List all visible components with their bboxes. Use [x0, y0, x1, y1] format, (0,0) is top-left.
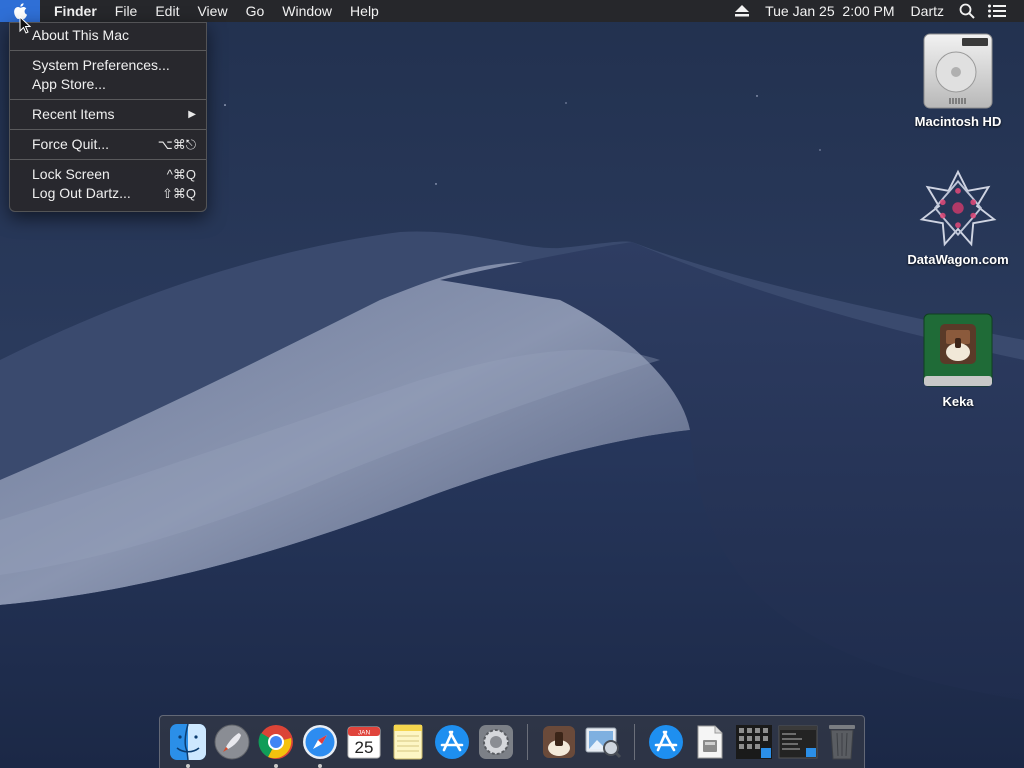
app-store-folder-icon [649, 725, 683, 759]
keka-disk-image-icon [918, 310, 998, 390]
system-preferences-icon [479, 725, 513, 759]
dock-separator [527, 724, 528, 760]
desktop-icon-label: Macintosh HD [914, 114, 1002, 129]
menu-bar-right: Tue Jan 25 2:00 PM Dartz [727, 0, 1024, 22]
menu-item-label: Recent Items [32, 106, 115, 122]
eject-icon[interactable] [727, 0, 757, 22]
dock-app-system-preferences[interactable] [474, 720, 518, 764]
calendar-month: JAN [358, 730, 371, 737]
menu-item-about-this-mac[interactable]: About This Mac [10, 26, 206, 45]
calendar-day: 25 [355, 738, 374, 757]
dock-app-app-store-folder[interactable] [644, 720, 688, 764]
menu-item-app-store[interactable]: App Store... [10, 75, 206, 94]
menu-item-force-quit[interactable]: Force Quit... ⌥⌘⎋ [10, 135, 206, 154]
notification-center-icon[interactable] [982, 0, 1012, 22]
desktop-icon-keka[interactable]: Keka [898, 310, 1018, 409]
finder-icon [170, 723, 206, 761]
screenshot-grid-icon [736, 725, 772, 759]
dock-app-screenshot-grid[interactable] [732, 720, 776, 764]
trash-icon [829, 725, 855, 760]
submenu-arrow-icon: ▶ [188, 109, 196, 120]
menu-item-label: App Store... [32, 76, 106, 92]
safari-icon [303, 725, 337, 759]
menu-window[interactable]: Window [273, 0, 341, 22]
menu-item-log-out[interactable]: Log Out Dartz... ⇧⌘Q [10, 184, 206, 203]
hard-drive-icon [918, 30, 998, 110]
desktop-icon-macintosh-hd[interactable]: Macintosh HD [898, 30, 1018, 129]
document-icon [697, 725, 723, 759]
menu-item-label: Log Out Dartz... [32, 185, 131, 201]
desktop-icon-label: Keka [942, 394, 974, 409]
spotlight-search-icon[interactable] [952, 0, 982, 22]
dock-app-trash[interactable] [820, 720, 864, 764]
running-indicator [318, 764, 322, 768]
menu-item-label: Lock Screen [32, 166, 110, 182]
menu-item-shortcut: ⌥⌘⎋ [157, 137, 196, 152]
running-indicator [186, 764, 190, 768]
dock-app-document[interactable] [688, 720, 732, 764]
dock-app-launchpad[interactable] [210, 720, 254, 764]
menu-bar-left: Finder File Edit View Go Window Help [0, 0, 388, 22]
mouse-cursor-icon [19, 16, 31, 34]
apple-menu-dropdown: About This Mac System Preferences... App… [9, 22, 207, 212]
dock-app-app-store[interactable] [430, 720, 474, 764]
menu-item-shortcut: ^⌘Q [166, 167, 196, 182]
dock-app-keka[interactable] [537, 720, 581, 764]
app-store-icon [435, 725, 469, 759]
menu-separator [10, 159, 206, 160]
preview-icon [585, 727, 622, 759]
desktop-icon-label: DataWagon.com [907, 252, 1009, 267]
dock-app-chrome[interactable] [254, 720, 298, 768]
menu-help[interactable]: Help [341, 0, 388, 22]
calendar-icon: JAN 25 [347, 726, 381, 759]
dock-app-notes[interactable] [386, 720, 430, 764]
launchpad-icon [214, 724, 250, 760]
menu-app-finder[interactable]: Finder [40, 0, 106, 22]
menu-user[interactable]: Dartz [903, 0, 952, 22]
keka-icon [543, 726, 575, 758]
menu-file[interactable]: File [106, 0, 147, 22]
dock: JAN 25 [159, 715, 865, 768]
dock-app-calendar[interactable]: JAN 25 [342, 720, 386, 764]
dock-app-preview[interactable] [581, 720, 625, 764]
menu-item-lock-screen[interactable]: Lock Screen ^⌘Q [10, 165, 206, 184]
menu-separator [10, 50, 206, 51]
menu-view[interactable]: View [188, 0, 236, 22]
menu-item-recent-items[interactable]: Recent Items ▶ [10, 105, 206, 124]
chrome-icon [258, 725, 293, 759]
menu-item-shortcut: ⇧⌘Q [161, 186, 196, 201]
menu-go[interactable]: Go [237, 0, 274, 22]
menu-item-label: About This Mac [32, 27, 130, 43]
network-server-icon [918, 168, 998, 248]
dock-app-finder[interactable] [166, 720, 210, 768]
menu-edit[interactable]: Edit [146, 0, 188, 22]
menu-item-label: Force Quit... [32, 136, 110, 152]
menu-clock[interactable]: Tue Jan 25 2:00 PM [757, 0, 902, 22]
menu-bar: Finder File Edit View Go Window Help Tue… [0, 0, 1024, 22]
menu-item-system-preferences[interactable]: System Preferences... [10, 56, 206, 75]
dock-app-safari[interactable] [298, 720, 342, 768]
desktop-icon-datawagon[interactable]: DataWagon.com [898, 168, 1018, 267]
dock-separator [634, 724, 635, 760]
running-indicator [274, 764, 278, 768]
menu-separator [10, 129, 206, 130]
notes-icon [393, 724, 423, 760]
menu-item-label: System Preferences... [32, 57, 170, 73]
screenshot-window-icon [778, 725, 818, 759]
menu-separator [10, 99, 206, 100]
dock-app-screenshot-window[interactable] [776, 720, 820, 764]
